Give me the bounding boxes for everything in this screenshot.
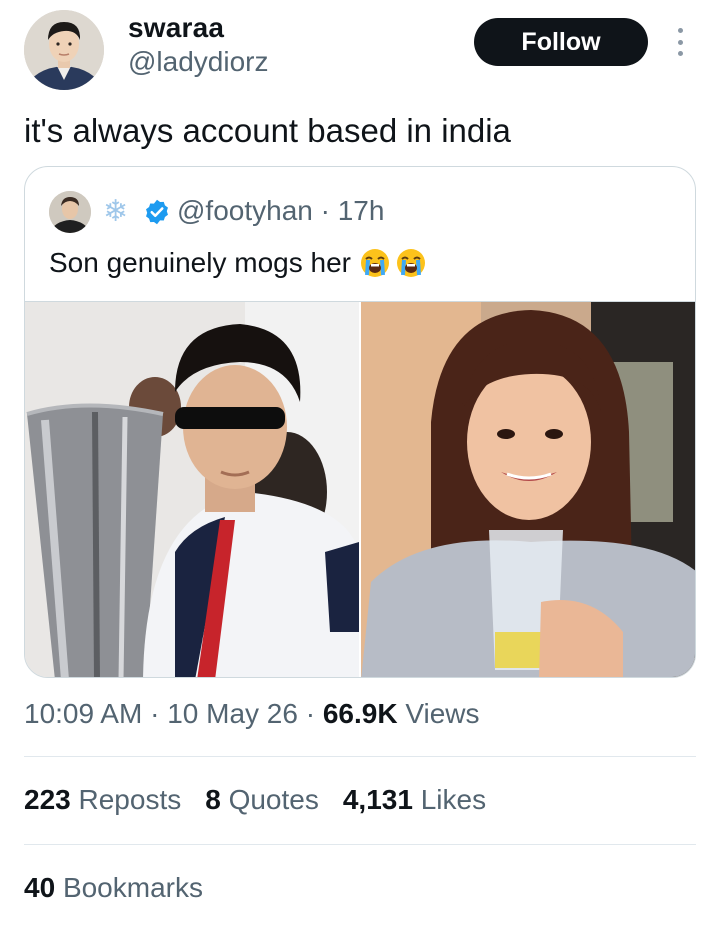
quotes-label: Quotes — [228, 784, 319, 815]
quoted-meta: @footyhan · 17h — [177, 195, 384, 227]
quoted-image-right[interactable] — [361, 302, 695, 677]
emoji-group — [359, 247, 427, 279]
quotes-count: 8 — [205, 784, 221, 815]
tweet-date[interactable]: 10 May 26 — [167, 698, 298, 729]
quoted-media — [25, 301, 695, 677]
reposts-stat[interactable]: 223 Reposts — [24, 784, 181, 816]
quoted-text: Son genuinely mogs her — [49, 247, 427, 279]
views-label: Views — [405, 698, 480, 729]
loudly-crying-face-emoji-icon — [396, 249, 425, 277]
bookmarks-label: Bookmarks — [62, 872, 203, 903]
author-name[interactable]: swaraa — [128, 12, 224, 44]
profile-photo-icon — [24, 10, 104, 90]
ts-separator: · — [142, 698, 168, 729]
tweet-text: it's always account based in india — [24, 112, 511, 149]
bookmarks-count: 40 — [24, 872, 56, 903]
quoted-image-left[interactable] — [25, 302, 359, 677]
snowflake-icon: ❄ — [103, 195, 129, 228]
woman-portrait-photo-icon — [361, 302, 695, 677]
tweet-time[interactable]: 10:09 AM — [24, 698, 142, 729]
quoted-time[interactable]: 17h — [338, 195, 385, 226]
bookmarks-stat[interactable]: 40 Bookmarks — [24, 872, 203, 904]
tweet-header: swaraa @ladydiorz Follow — [0, 0, 720, 100]
meta-separator: · — [312, 195, 338, 226]
footballer-photo-icon — [25, 302, 359, 677]
quoted-text-body: Son genuinely mogs her — [49, 247, 351, 278]
profile-photo-icon — [49, 191, 91, 233]
loudly-crying-face-emoji-icon — [360, 249, 389, 277]
likes-count: 4,131 — [342, 784, 413, 815]
author-handle[interactable]: @ladydiorz — [128, 46, 268, 78]
divider — [24, 756, 696, 757]
dot — [677, 39, 683, 45]
verified-badge-icon — [146, 199, 168, 225]
engagement-stats: 223 Reposts 8 Quotes 4,131 Likes — [24, 784, 486, 816]
more-options-icon[interactable] — [668, 22, 692, 62]
tweet-timestamp: 10:09 AM · 10 May 26 · 66.9K Views — [24, 698, 480, 730]
divider — [24, 844, 696, 845]
ts-separator: · — [297, 698, 323, 729]
quoted-handle[interactable]: @footyhan — [177, 195, 313, 226]
quoted-tweet-card[interactable]: ❄ @footyhan · 17h Son genuinely mogs her — [24, 166, 696, 678]
views-count: 66.9K — [322, 698, 398, 729]
likes-stat[interactable]: 4,131 Likes — [343, 784, 486, 816]
reposts-label: Reposts — [78, 784, 182, 815]
reposts-count: 223 — [24, 784, 71, 815]
follow-button[interactable]: Follow — [474, 18, 648, 66]
author-avatar[interactable] — [24, 10, 104, 90]
dot — [677, 28, 683, 33]
likes-label: Likes — [420, 784, 487, 815]
quotes-stat[interactable]: 8 Quotes — [205, 784, 319, 816]
quoted-author-avatar[interactable] — [49, 191, 91, 233]
dot — [677, 51, 683, 56]
